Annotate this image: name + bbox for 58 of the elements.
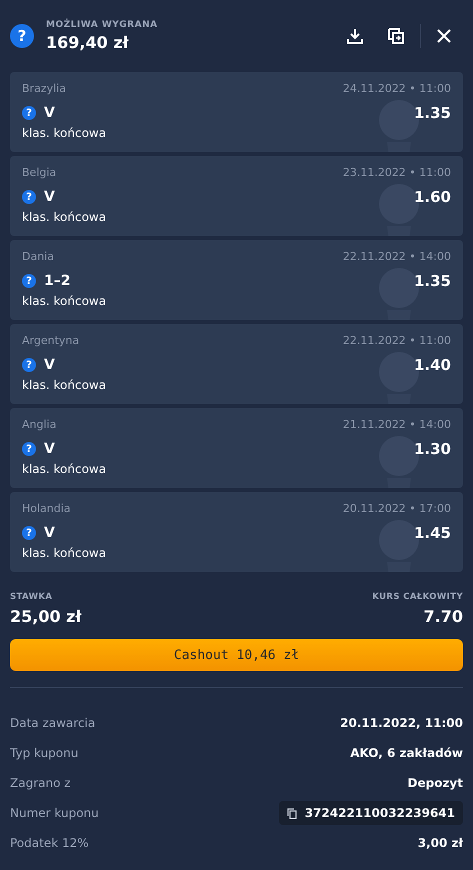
detail-label: Data zawarcia	[10, 716, 96, 730]
detail-label: Numer kuponu	[10, 806, 99, 820]
team-name: Anglia	[22, 418, 56, 431]
event-datetime: 20.11.2022 • 17:00	[342, 502, 451, 515]
close-icon[interactable]	[437, 29, 451, 43]
copy-icon[interactable]	[388, 28, 404, 44]
bet-pick: V	[44, 441, 56, 457]
market-name: klas. końcowa	[22, 126, 106, 140]
market-name: klas. końcowa	[22, 546, 106, 560]
detail-value: Depozyt	[408, 776, 463, 790]
stake-label: STAWKA	[10, 592, 54, 602]
bet-odds: 1.40	[414, 356, 451, 374]
team-name: Brazylia	[22, 82, 66, 95]
possible-win-label: MOŻLIWA WYGRANA	[46, 20, 159, 30]
detail-label: Typ kuponu	[10, 746, 78, 760]
market-name: klas. końcowa	[22, 210, 106, 224]
help-icon[interactable]: ?	[10, 24, 34, 48]
team-name: Belgia	[22, 166, 56, 179]
total-odds-value: 7.70	[424, 607, 463, 626]
event-datetime: 22.11.2022 • 14:00	[342, 250, 451, 263]
bet-pick: V	[44, 525, 56, 541]
market-name: klas. końcowa	[22, 378, 106, 392]
bet-pick: V	[44, 105, 56, 121]
possible-win-amount: 169,40 zł	[46, 33, 130, 52]
market-name: klas. końcowa	[22, 462, 106, 476]
bet-odds: 1.30	[414, 440, 451, 458]
coupon-number-field[interactable]: 372422110032239641	[278, 801, 463, 825]
help-icon[interactable]: ?	[22, 442, 36, 456]
event-datetime: 23.11.2022 • 11:00	[342, 166, 451, 179]
team-name: Dania	[22, 250, 54, 263]
detail-value: 20.11.2022, 11:00	[340, 716, 463, 730]
help-icon[interactable]: ?	[22, 190, 36, 204]
help-icon[interactable]: ?	[22, 526, 36, 540]
help-icon[interactable]: ?	[22, 106, 36, 120]
copy-icon[interactable]	[286, 808, 297, 818]
team-name: Holandia	[22, 502, 71, 515]
bet-odds: 1.35	[414, 104, 451, 122]
event-datetime: 24.11.2022 • 11:00	[342, 82, 451, 95]
market-name: klas. końcowa	[22, 294, 106, 308]
cashout-button[interactable]: Cashout 10,46 zł	[10, 639, 463, 671]
stake-value: 25,00 zł	[10, 607, 82, 626]
detail-value: AKO, 6 zakładów	[350, 746, 463, 760]
detail-value: 3,00 zł	[418, 836, 463, 850]
bet-pick: 1–2	[44, 273, 72, 289]
help-icon[interactable]: ?	[22, 358, 36, 372]
total-odds-label: KURS CAŁKOWITY	[372, 592, 463, 602]
download-icon[interactable]	[346, 27, 364, 45]
bet-odds: 1.35	[414, 272, 451, 290]
event-datetime: 22.11.2022 • 11:00	[342, 334, 451, 347]
event-datetime: 21.11.2022 • 14:00	[342, 418, 451, 431]
help-icon[interactable]: ?	[22, 274, 36, 288]
bet-pick: V	[44, 189, 56, 205]
detail-label: Podatek 12%	[10, 836, 89, 850]
bet-odds: 1.45	[414, 524, 451, 542]
bet-odds: 1.60	[414, 188, 451, 206]
team-name: Argentyna	[22, 334, 80, 347]
bet-pick: V	[44, 357, 56, 373]
detail-label: Zagrano z	[10, 776, 71, 790]
